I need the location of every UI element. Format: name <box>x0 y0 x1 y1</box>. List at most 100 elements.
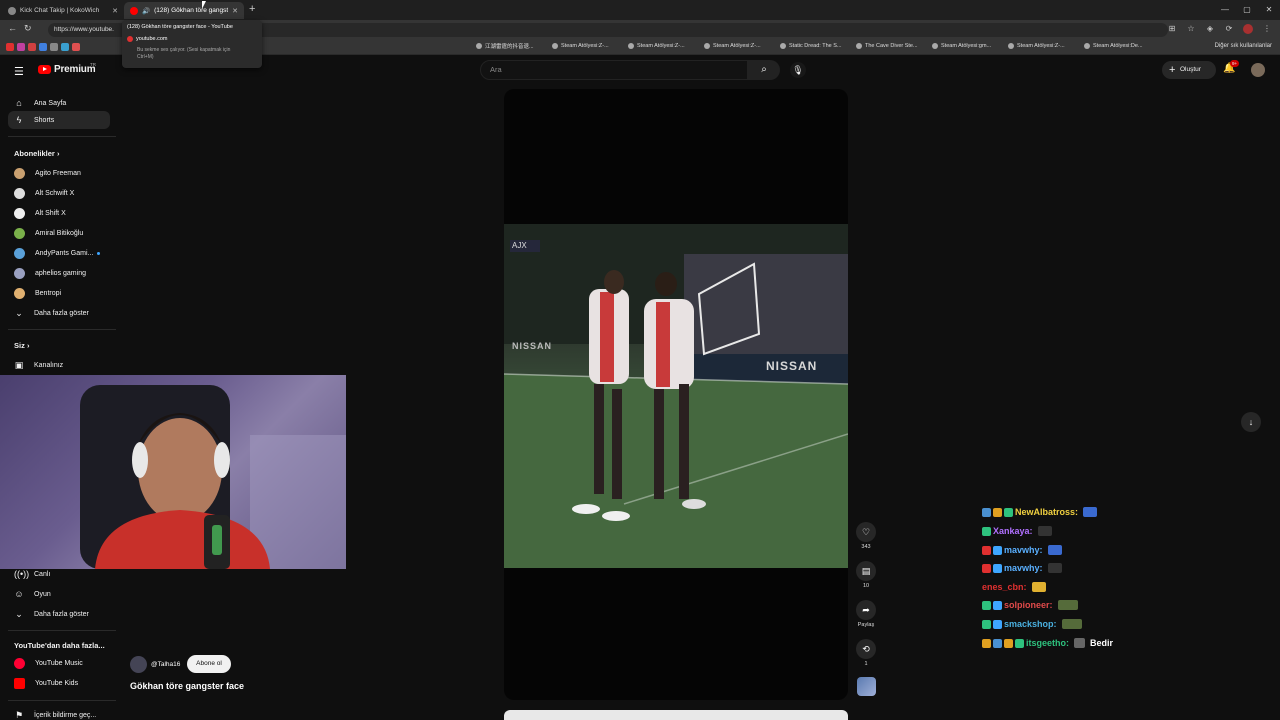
sidebar-sub-item[interactable]: Alt Shift X <box>8 204 110 222</box>
next-short-preview[interactable] <box>504 710 848 720</box>
gmail-icon[interactable] <box>72 43 80 51</box>
globe-icon[interactable] <box>50 43 58 51</box>
close-icon[interactable]: ✕ <box>232 7 238 15</box>
emote-icon <box>1037 526 1052 536</box>
sidebar-sub-item[interactable]: Alt Schwift X <box>8 184 110 202</box>
webcam-person <box>80 385 346 569</box>
instagram-icon[interactable] <box>17 43 25 51</box>
kick-badge-icon <box>982 600 991 610</box>
speaker-icon[interactable]: 🔊 <box>142 7 150 15</box>
sidebar-item-label: YouTube Kids <box>35 679 79 687</box>
share-label: Paylaş <box>857 622 875 628</box>
bookmark-label: Steam Atölyesi:Z-... <box>561 43 609 49</box>
steam-icon <box>1084 43 1090 49</box>
sidebar-sub-item[interactable]: Agito Freeman <box>8 164 110 182</box>
subscriptions-heading[interactable]: Abonelikler › <box>14 149 59 158</box>
sync-icon[interactable]: ⟳ <box>1224 24 1234 34</box>
sound-thumbnail[interactable] <box>857 677 876 696</box>
profile-icon[interactable] <box>1243 24 1253 34</box>
star-icon[interactable]: ☆ <box>1186 24 1196 34</box>
toolbar-icons: ⊞ ☆ ◈ ⟳ ⋮ <box>1167 24 1272 34</box>
bookmark-item[interactable]: Static Dread: The S... <box>780 42 848 50</box>
search-bar: Ara ⌕ <box>480 60 780 80</box>
extension-icon[interactable]: ◈ <box>1205 24 1215 34</box>
install-icon[interactable]: ⊞ <box>1167 24 1177 34</box>
back-icon[interactable]: ← <box>8 23 17 33</box>
app-icon[interactable] <box>39 43 47 51</box>
create-button[interactable]: Oluştur <box>1162 61 1216 79</box>
sidebar-item-home[interactable]: ⌂ Ana Sayfa <box>8 94 110 112</box>
sidebar-item-label: Canlı <box>34 570 51 578</box>
maximize-button[interactable]: ▢ <box>1236 0 1258 20</box>
avatar <box>14 267 25 279</box>
chevron-down-icon: ⌄ <box>15 308 23 318</box>
menu-icon[interactable]: ⋮ <box>1262 24 1272 34</box>
report-icon: ⚑ <box>14 710 24 720</box>
sidebar-item-youtube-kids[interactable]: YouTube Kids <box>8 674 110 692</box>
shorts-icon: ϟ <box>16 115 22 125</box>
video-title[interactable]: Gökhan töre gangster face <box>130 681 244 691</box>
bookmark-item[interactable]: Steam Atölyesi:Z-... <box>1008 42 1076 50</box>
avatar <box>14 227 25 239</box>
remix-button[interactable]: ⟲ 1 <box>854 639 878 667</box>
app-icon[interactable] <box>28 43 36 51</box>
youtube-play-icon <box>38 65 51 74</box>
chat-message: mavwhy: <box>982 545 1062 555</box>
bookmark-icons <box>6 43 80 51</box>
subscribe-button[interactable]: Abone ol <box>187 655 231 673</box>
ad-board-text: NISSAN <box>766 359 818 373</box>
youtube-icon[interactable] <box>6 43 14 51</box>
sidebar-item-shorts[interactable]: ϟ Shorts <box>8 111 110 129</box>
tab-kick-chat[interactable]: Kick Chat Takip | KokoWich ✕ <box>2 2 124 19</box>
bookmark-item[interactable]: Steam Atölyesi:Z-... <box>704 42 772 50</box>
search-input[interactable]: Ara <box>480 60 748 80</box>
sidebar-item-youtube-music[interactable]: YouTube Music <box>8 654 110 672</box>
tab-youtube[interactable]: 🔊 (128) Gökhan töre gangster fa ✕ <box>124 2 244 19</box>
you-heading[interactable]: Siz › <box>14 341 29 350</box>
account-avatar[interactable] <box>1251 63 1265 77</box>
sidebar-item-label: Alt Schwift X <box>35 189 75 197</box>
sidebar-show-more[interactable]: ⌄ Daha fazla göster <box>8 304 110 322</box>
bookmark-item[interactable]: Steam Atölyesi:De... <box>1084 42 1152 50</box>
share-button[interactable]: ➦ Paylaş <box>854 600 878 628</box>
channel-name[interactable]: @Talha16 <box>151 661 180 668</box>
bookmark-item[interactable]: Steam Atölyesi:Z-... <box>628 42 696 50</box>
sidebar-sub-item[interactable]: Amiral Bitikoğlu <box>8 224 110 242</box>
youtube-logo[interactable]: Premium TR <box>38 62 96 75</box>
next-video-button[interactable]: ↓ <box>1241 412 1261 432</box>
comments-button[interactable]: ▤ 10 <box>854 561 878 589</box>
chat-username: mavwhy: <box>1004 545 1043 555</box>
chevron-right-icon: › <box>56 149 60 158</box>
sidebar-sub-item[interactable]: Bentropi <box>8 284 110 302</box>
reload-icon[interactable]: ↻ <box>24 23 32 34</box>
sidebar-show-more[interactable]: ⌄ Daha fazla göster <box>8 605 110 623</box>
other-bookmarks[interactable]: Diğer sık kullanılanlar <box>1215 43 1272 49</box>
emote-icon <box>1083 507 1098 517</box>
bookmark-item[interactable]: 江湖雷霆的抖音退... <box>476 42 544 50</box>
channel-avatar[interactable] <box>130 656 147 673</box>
sidebar-item-report[interactable]: ⚑ İçerik bildirme geç... <box>8 706 110 720</box>
new-tab-button[interactable]: + <box>249 3 255 15</box>
tooltip-note: Bu sekme ses çalıyor. (Sesi kapatmak içi… <box>137 47 231 60</box>
close-window-button[interactable]: ✕ <box>1258 0 1280 20</box>
menu-icon[interactable]: ☰ <box>14 65 25 78</box>
chat-username: itsgeetho: <box>1026 638 1070 648</box>
voice-search-button[interactable]: 🎙 <box>790 62 806 78</box>
sidebar-item-your-channel[interactable]: ▣ Kanalınız <box>8 356 110 374</box>
search-icon: ⌕ <box>761 64 767 75</box>
sidebar-item-gaming[interactable]: ☺ Oyun <box>8 585 110 603</box>
comment-count: 10 <box>862 583 870 589</box>
sidebar-sub-item[interactable]: aphelios gaming <box>8 264 110 282</box>
bookmark-item[interactable]: Steam Atölyesi:gm... <box>932 42 1000 50</box>
bookmark-item[interactable]: The Cave Diver Ste... <box>856 42 924 50</box>
close-icon[interactable]: ✕ <box>112 7 118 15</box>
app-icon[interactable] <box>61 43 69 51</box>
chat-username: NewAlbatross: <box>1015 507 1079 517</box>
chat-username: solpioneer: <box>1004 600 1053 610</box>
bookmark-item[interactable]: Steam Atölyesi:Z-... <box>552 42 620 50</box>
sidebar-sub-item[interactable]: AndyPants Gami... <box>8 244 110 262</box>
like-button[interactable]: ♡ 343 <box>854 522 878 550</box>
minimize-button[interactable]: — <box>1214 0 1236 20</box>
search-button[interactable]: ⌕ <box>748 60 780 80</box>
shorts-player[interactable]: AJX NISSAN NISSAN <box>504 89 848 700</box>
